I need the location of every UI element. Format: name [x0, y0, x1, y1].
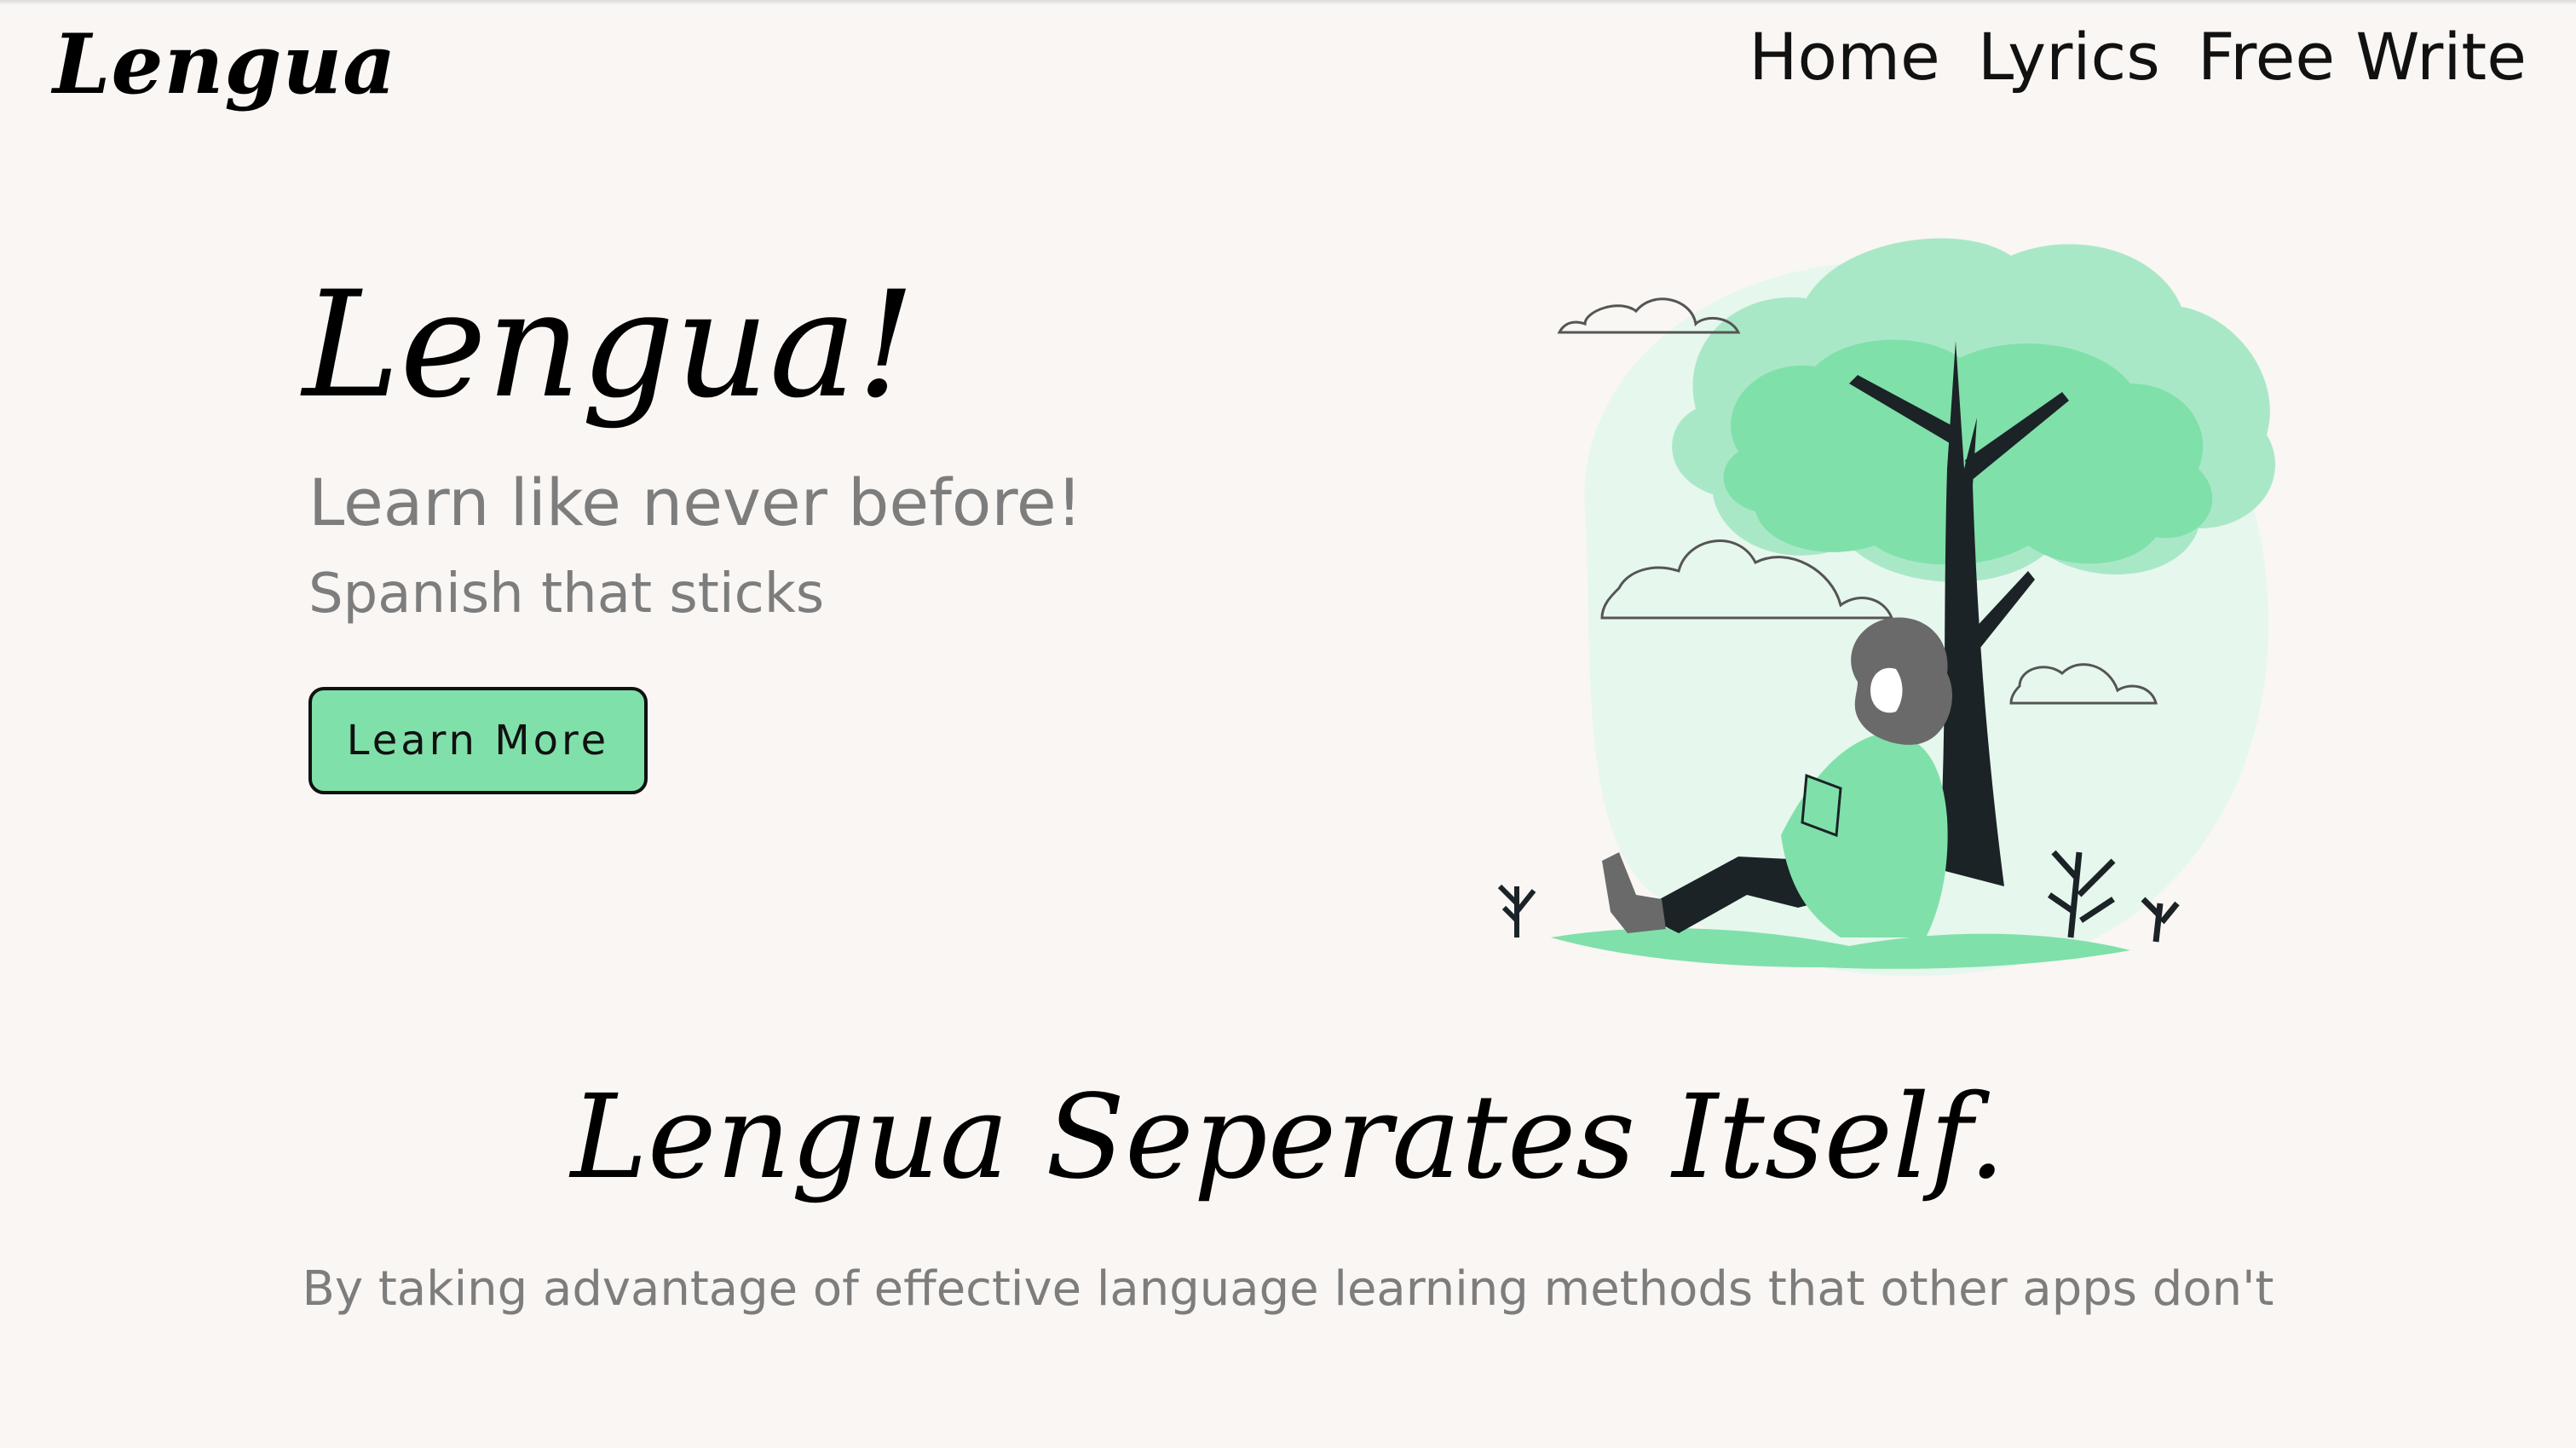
bush-left — [1497, 884, 1536, 937]
woman-reading-under-tree-illustration — [1497, 238, 2276, 977]
nav-free-write-link[interactable]: Free Write — [2198, 10, 2527, 104]
nav-lyrics-link[interactable]: Lyrics — [1978, 10, 2160, 104]
nav-home-link[interactable]: Home — [1749, 10, 1939, 104]
person-hair — [1851, 617, 1952, 745]
main-nav: Home Lyrics Free Write — [1749, 10, 2527, 104]
learn-more-button[interactable]: Learn More — [308, 687, 648, 794]
hero-subtitle: Learn like never before! — [308, 464, 1083, 540]
hero-tagline: Spanish that sticks — [308, 562, 825, 626]
section-title: Lengua Seperates Itself. — [570, 1070, 2006, 1205]
section-description: By taking advantage of effective languag… — [302, 1261, 2274, 1317]
hero-title: Lengua! — [303, 259, 916, 430]
site-logo[interactable]: Lengua — [53, 5, 397, 124]
